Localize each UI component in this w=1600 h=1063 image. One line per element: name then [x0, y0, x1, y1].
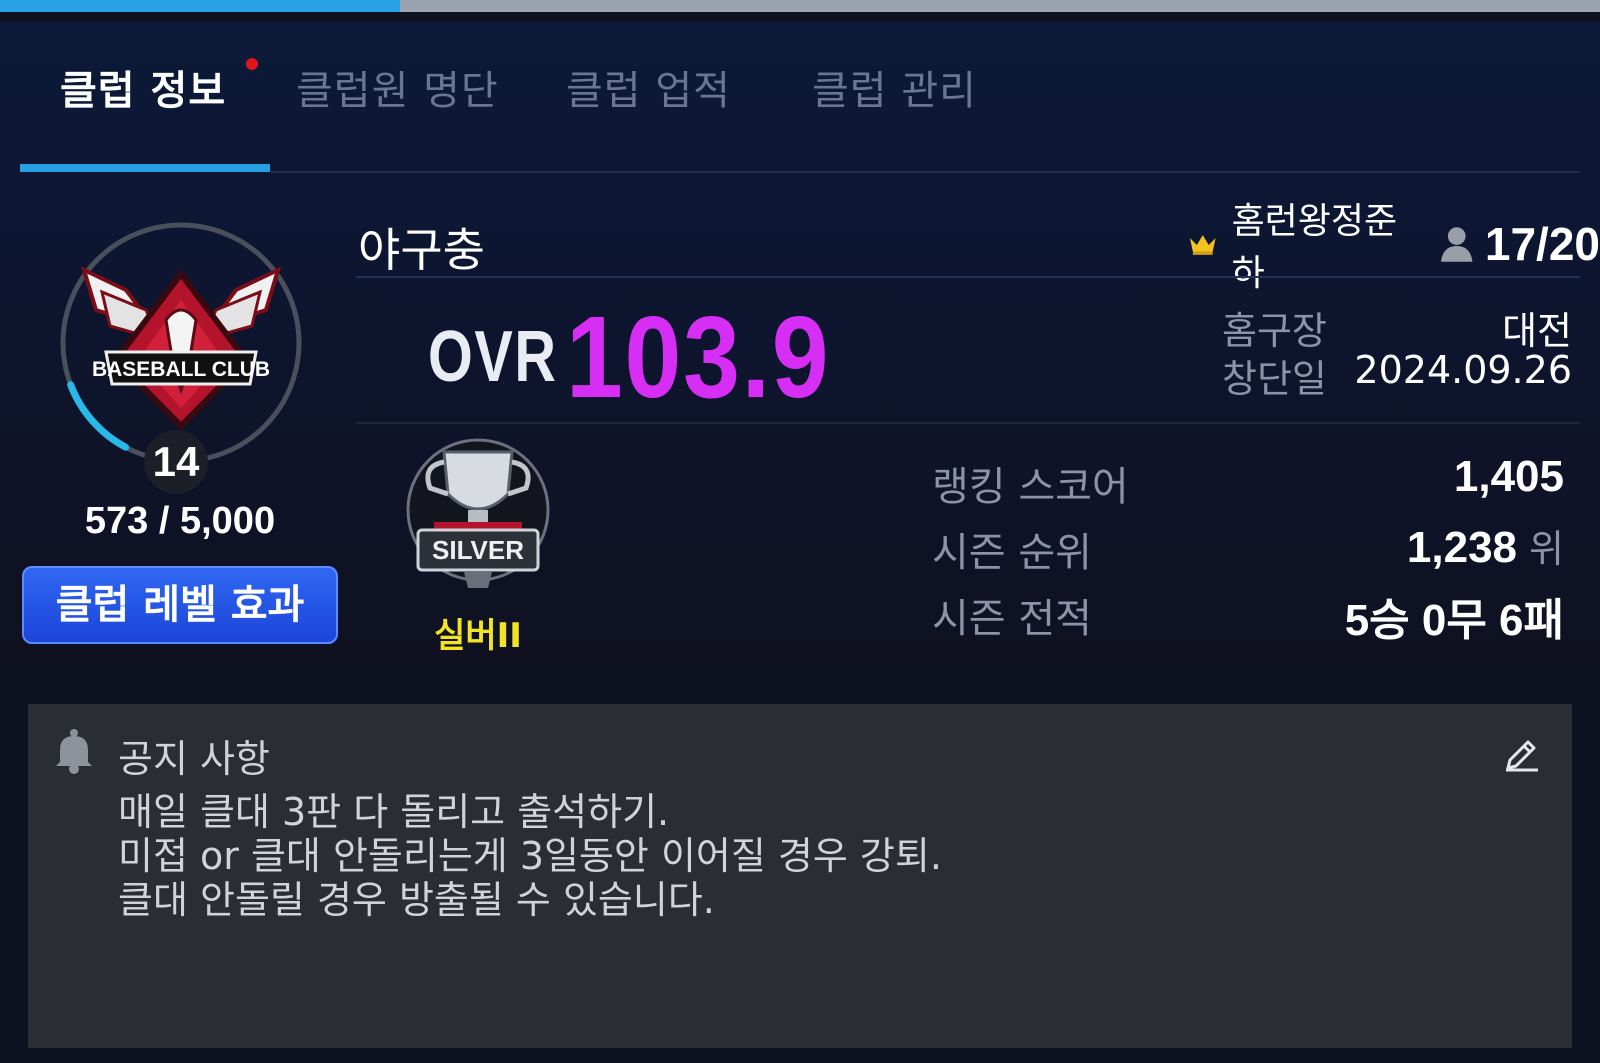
top-progress-fill	[0, 0, 400, 12]
season-rank-unit: 위	[1529, 527, 1564, 571]
season-record-value: 5승 0무 6패	[1344, 596, 1564, 645]
bell-icon	[56, 729, 92, 774]
svg-text:BASEBALL CLUB: BASEBALL CLUB	[92, 358, 270, 381]
top-progress-bar	[0, 0, 1600, 12]
silver-league-emblem: SILVER	[406, 438, 550, 588]
member-count: 17/20	[1484, 218, 1600, 270]
tab-divider	[270, 171, 1580, 173]
notice-title: 공지 사항	[118, 737, 270, 781]
edit-icon[interactable]	[1502, 732, 1542, 772]
club-owner: 홈런왕정준하 17/20	[1188, 201, 1600, 294]
club-level-effect-button[interactable]: 클럽 레벨 효과	[22, 566, 338, 644]
club-level-badge: 14	[144, 430, 208, 494]
club-emblem-area[interactable]: BASEBALL CLUB 14	[56, 218, 306, 494]
founded-date-label: 창단일	[1222, 357, 1327, 401]
tab-club-achievements[interactable]: 클럽 업적	[566, 58, 731, 116]
founded-date-value: 2024.09.26	[1354, 348, 1572, 392]
svg-text:SILVER: SILVER	[432, 535, 524, 565]
ranking-score-label: 랭킹 스코어	[932, 464, 1129, 510]
league-name: 실버II	[434, 616, 522, 656]
active-tab-indicator	[20, 164, 270, 172]
ovr-value: 103.9	[566, 292, 831, 422]
baseball-club-emblem: BASEBALL CLUB	[80, 266, 282, 431]
tab-member-list[interactable]: 클럽원 명단	[296, 58, 499, 116]
tab-club-management[interactable]: 클럽 관리	[812, 58, 977, 116]
home-stadium-value: 대전	[1502, 309, 1572, 353]
divider	[356, 422, 1580, 424]
notice-line: 클대 안돌릴 경우 방출될 수 있습니다.	[118, 878, 715, 922]
notice-body: 매일 클대 3판 다 돌리고 출석하기. 미접 or 클대 안돌리는게 3일동안…	[118, 790, 942, 922]
notice-line: 미접 or 클대 안돌리는게 3일동안 이어질 경우 강퇴.	[118, 834, 942, 878]
crown-icon	[1189, 235, 1216, 255]
season-rank: 1,238 위	[1407, 518, 1564, 573]
season-rank-value: 1,238	[1406, 523, 1518, 572]
notification-dot	[246, 58, 258, 70]
notice-panel: 공지 사항 매일 클대 3판 다 돌리고 출석하기. 미접 or 클대 안돌리는…	[28, 704, 1572, 1048]
divider	[356, 276, 1580, 278]
season-record-label: 시즌 전적	[932, 596, 1092, 642]
club-name: 야구충	[358, 223, 485, 277]
notice-line: 매일 클대 3판 다 돌리고 출석하기.	[118, 790, 670, 834]
tab-club-info[interactable]: 클럽 정보	[60, 58, 226, 116]
ovr-label: OVR	[428, 317, 558, 397]
season-rank-label: 시즌 순위	[932, 530, 1092, 576]
club-exp-text: 573 / 5,000	[84, 500, 276, 542]
owner-name: 홈런왕정준하	[1231, 201, 1398, 294]
ranking-score-value: 1,405	[1453, 452, 1564, 501]
home-stadium-label: 홈구장	[1222, 309, 1327, 353]
person-icon	[1441, 227, 1473, 262]
